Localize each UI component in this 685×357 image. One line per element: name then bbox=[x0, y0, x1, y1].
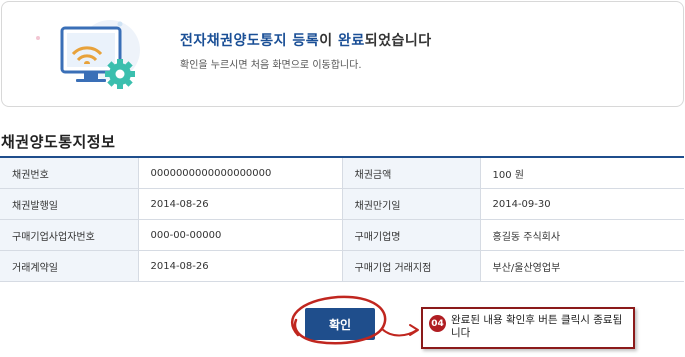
table-row: 거래계약일 2014-08-26 구매기업 거래지점 부산/울산영업부 bbox=[0, 250, 684, 282]
receivable-info-table: 채권번호 0000000000000000000 채권금액 100 원 채권발행… bbox=[0, 156, 684, 282]
table-row: 채권발행일 2014-08-26 채권만기일 2014-09-30 bbox=[0, 188, 684, 220]
completion-message-end: 되었습니다 bbox=[364, 33, 432, 49]
label-receivable-amount: 채권금액 bbox=[341, 157, 480, 189]
label-receivable-number: 채권번호 bbox=[0, 157, 138, 189]
value-buyer-name: 홍길동 주식회사 bbox=[479, 219, 684, 251]
value-buyer-branch: 부산/울산영업부 bbox=[479, 250, 684, 282]
monitor-wifi-gear-icon bbox=[36, 20, 140, 89]
pointer-arrowhead bbox=[409, 324, 419, 336]
annotation-callout: 04 완료된 내용 확인후 버튼 클릭시 종료됩니다 bbox=[421, 307, 635, 349]
label-buyer-branch: 구매기업 거래지점 bbox=[341, 250, 480, 282]
completion-message: 전자채권양도통지 등록이 완료되었습니다 bbox=[180, 30, 432, 50]
completion-banner: 전자채권양도통지 등록이 완료되었습니다 확인을 누르시면 처음 화면으로 이동… bbox=[1, 1, 684, 107]
label-issue-date: 채권발행일 bbox=[0, 188, 138, 220]
completion-message-mid: 이 bbox=[319, 33, 338, 49]
label-maturity-date: 채권만기일 bbox=[341, 188, 480, 220]
label-buyer-name: 구매기업명 bbox=[341, 219, 480, 251]
confirm-button[interactable]: 확인 bbox=[305, 308, 375, 340]
completion-subtext: 확인을 누르시면 처음 화면으로 이동합니다. bbox=[180, 60, 362, 71]
label-contract-date: 거래계약일 bbox=[0, 250, 138, 282]
section-title: 채권양도통지정보 bbox=[1, 133, 116, 151]
value-receivable-amount: 100 원 bbox=[479, 157, 684, 189]
value-buyer-business-number: 000-00-00000 bbox=[137, 219, 342, 251]
label-buyer-business-number: 구매기업사업자번호 bbox=[0, 219, 138, 251]
step-badge: 04 bbox=[429, 315, 446, 332]
value-contract-date: 2014-08-26 bbox=[137, 250, 342, 282]
pointer-arrow bbox=[381, 328, 418, 337]
completion-message-bold: 완료 bbox=[337, 33, 365, 49]
table-row: 구매기업사업자번호 000-00-00000 구매기업명 홍길동 주식회사 bbox=[0, 219, 684, 251]
annotation-text: 완료된 내용 확인후 버튼 클릭시 종료됩니다 bbox=[451, 314, 623, 339]
value-issue-date: 2014-08-26 bbox=[137, 188, 342, 220]
value-receivable-number: 0000000000000000000 bbox=[137, 157, 342, 189]
value-maturity-date: 2014-09-30 bbox=[479, 188, 684, 220]
table-row: 채권번호 0000000000000000000 채권금액 100 원 bbox=[0, 157, 684, 189]
completion-message-highlight: 전자채권양도통지 등록 bbox=[180, 33, 320, 49]
